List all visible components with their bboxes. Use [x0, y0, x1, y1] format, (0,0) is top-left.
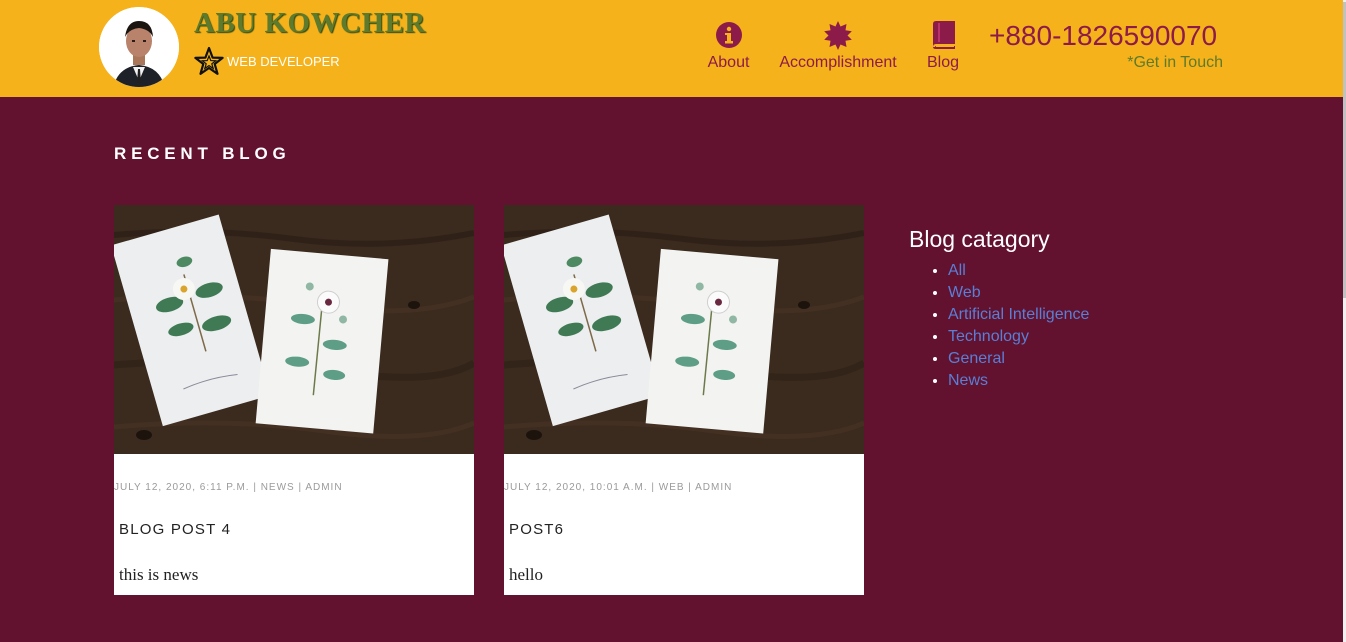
- nav-blog[interactable]: Blog: [920, 20, 966, 72]
- post-excerpt: this is news: [119, 565, 199, 584]
- brand-role: WEB DEVELOPER: [227, 54, 340, 69]
- profile-photo-icon: [99, 7, 179, 87]
- book-icon: [933, 21, 955, 49]
- site-header: ABU KOWCHER WEB DEVELOPER About Accompli…: [0, 0, 1343, 97]
- category-heading: Blog catagory: [909, 226, 1050, 252]
- nav-accomplishment[interactable]: Accomplishment: [776, 20, 900, 72]
- category-list: All Web Artificial Intelligence Technolo…: [948, 262, 1089, 394]
- category-item: Web: [948, 284, 1089, 306]
- category-link-all[interactable]: All: [948, 262, 966, 279]
- certificate-icon: [824, 21, 852, 50]
- star-icon: [194, 46, 224, 75]
- category-link-general[interactable]: General: [948, 350, 1005, 367]
- info-circle-icon: [715, 22, 742, 48]
- nav-about-label: About: [707, 54, 750, 71]
- post-title[interactable]: POST6: [509, 521, 564, 538]
- category-item: Technology: [948, 328, 1089, 350]
- category-link-technology[interactable]: Technology: [948, 328, 1029, 345]
- category-item: General: [948, 350, 1089, 372]
- category-item: All: [948, 262, 1089, 284]
- get-in-touch-link[interactable]: *Get in Touch: [1010, 54, 1223, 72]
- nav-blog-label: Blog: [926, 54, 960, 71]
- blog-post-image[interactable]: [504, 205, 864, 454]
- brand-name[interactable]: ABU KOWCHER: [194, 7, 426, 40]
- phone-number[interactable]: +880-1826590070: [989, 20, 1217, 52]
- category-link-ai[interactable]: Artificial Intelligence: [948, 306, 1089, 323]
- post-meta: JULY 12, 2020, 6:11 P.M. | NEWS | ADMIN: [114, 482, 343, 493]
- post-title[interactable]: BLOG POST 4: [119, 521, 231, 538]
- category-link-news[interactable]: News: [948, 372, 988, 389]
- category-item: Artificial Intelligence: [948, 306, 1089, 328]
- category-link-web[interactable]: Web: [948, 284, 981, 301]
- blog-card[interactable]: JULY 12, 2020, 10:01 A.M. | WEB | ADMIN …: [504, 205, 864, 595]
- nav-about[interactable]: About: [701, 20, 756, 72]
- post-excerpt: hello: [509, 565, 543, 584]
- avatar[interactable]: [99, 7, 179, 87]
- blog-post-image[interactable]: [114, 205, 474, 454]
- nav-accomplishment-label: Accomplishment: [779, 54, 897, 71]
- blog-card[interactable]: JULY 12, 2020, 6:11 P.M. | NEWS | ADMIN …: [114, 205, 474, 595]
- category-item: News: [948, 372, 1089, 394]
- section-title: RECENT BLOG: [114, 144, 291, 163]
- post-meta: JULY 12, 2020, 10:01 A.M. | WEB | ADMIN: [504, 482, 733, 493]
